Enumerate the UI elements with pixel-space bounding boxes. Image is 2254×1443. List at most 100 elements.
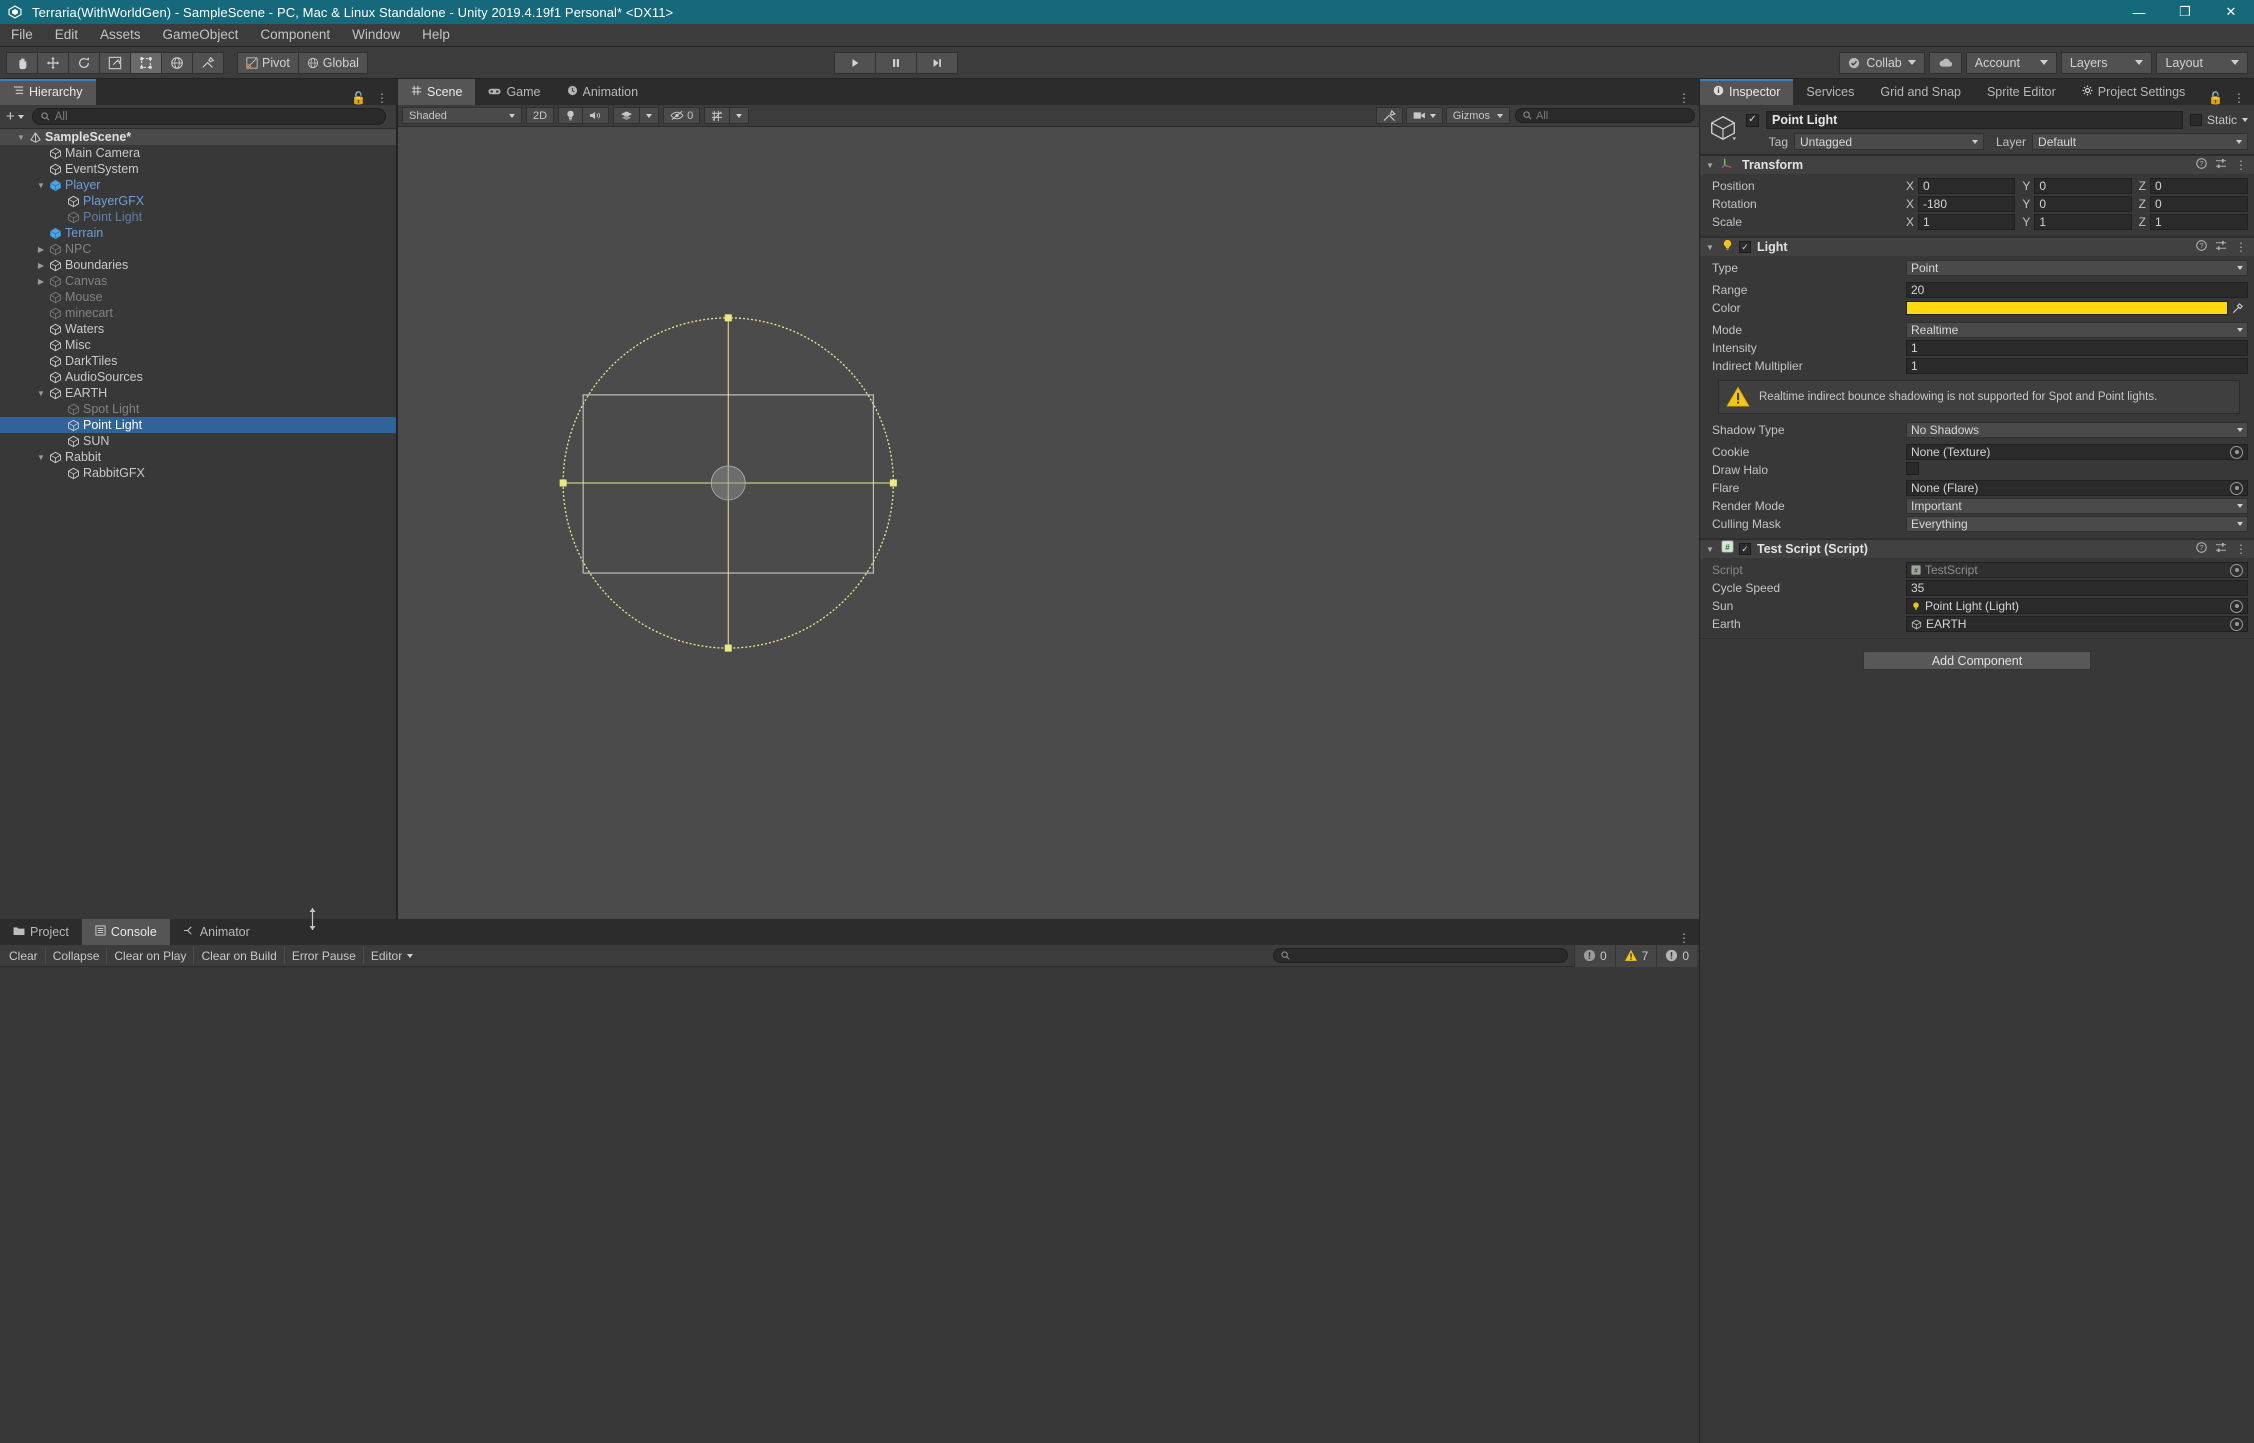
- hierarchy-item-point-light[interactable]: Point Light: [0, 417, 396, 433]
- tab-animation[interactable]: Animation: [554, 79, 652, 105]
- tab-hierarchy[interactable]: Hierarchy: [0, 79, 96, 105]
- add-component-button[interactable]: Add Component: [1863, 651, 2091, 670]
- sun-object-field[interactable]: Point Light (Light): [1906, 598, 2248, 614]
- menu-item-file[interactable]: File: [0, 24, 44, 47]
- pause-button[interactable]: [875, 51, 918, 74]
- hierarchy-item-minecart[interactable]: minecart: [0, 305, 396, 321]
- toggle-2d-button[interactable]: 2D: [526, 107, 555, 124]
- account-button[interactable]: Account: [1965, 51, 2057, 74]
- hierarchy-item-sun[interactable]: SUN: [0, 433, 396, 449]
- menu-item-component[interactable]: Component: [249, 24, 341, 47]
- scene-fx-button[interactable]: [613, 107, 641, 124]
- console-clear-button[interactable]: Clear: [2, 947, 46, 964]
- move-tool-button[interactable]: [37, 51, 69, 74]
- hierarchy-search-input[interactable]: All: [31, 108, 386, 125]
- scale-tool-button[interactable]: [99, 51, 131, 74]
- collapse-triangle-icon[interactable]: ▶: [34, 261, 48, 270]
- tab-sprite-editor[interactable]: Sprite Editor: [1974, 79, 2069, 105]
- rotate-tool-button[interactable]: [68, 51, 100, 74]
- console-editor-dropdown[interactable]: Editor: [364, 947, 420, 964]
- preset-icon[interactable]: [2215, 240, 2227, 254]
- static-checkbox[interactable]: [2189, 114, 2202, 126]
- hierarchy-item-audiosources[interactable]: AudioSources: [0, 369, 396, 385]
- cycle-speed-input[interactable]: 35: [1906, 580, 2248, 596]
- hierarchy-item-canvas[interactable]: ▶ Canvas: [0, 273, 396, 289]
- menu-item-gameobject[interactable]: GameObject: [152, 24, 250, 47]
- tab-game[interactable]: Game: [475, 79, 553, 105]
- console-collapse-button[interactable]: Collapse: [46, 947, 108, 964]
- object-enabled-checkbox[interactable]: ✓: [1746, 113, 1759, 127]
- transform-rotation-x-input[interactable]: -180: [1918, 196, 2016, 212]
- hierarchy-item-playergfx[interactable]: PlayerGFX: [0, 193, 396, 209]
- scene-audio-button[interactable]: [582, 107, 610, 124]
- transform-rotation-y-input[interactable]: 0: [2034, 196, 2132, 212]
- kebab-menu-icon[interactable]: ⋮: [376, 91, 389, 105]
- light-type-dropdown[interactable]: Point: [1906, 260, 2248, 276]
- transform-scale-z-input[interactable]: 1: [2150, 214, 2248, 230]
- collapse-triangle-icon[interactable]: ▼: [1706, 243, 1716, 252]
- hierarchy-item-waters[interactable]: Waters: [0, 321, 396, 337]
- tab-console[interactable]: Console: [81, 919, 170, 945]
- tag-dropdown[interactable]: Untagged: [1794, 133, 1984, 150]
- expand-triangle-icon[interactable]: ▼: [14, 133, 28, 142]
- step-button[interactable]: [916, 51, 959, 74]
- global-button[interactable]: Global: [297, 51, 368, 74]
- tab-grid-and-snap[interactable]: Grid and Snap: [1867, 79, 1974, 105]
- kebab-menu-icon[interactable]: ⋮: [2235, 158, 2248, 172]
- draw-halo-checkbox[interactable]: [1906, 462, 1919, 475]
- tab-project[interactable]: Project: [0, 919, 82, 945]
- tab-project-settings[interactable]: Project Settings: [2069, 79, 2199, 105]
- hierarchy-item-darktiles[interactable]: DarkTiles: [0, 353, 396, 369]
- minimize-button[interactable]: —: [2116, 0, 2162, 24]
- object-picker-icon[interactable]: [2230, 599, 2243, 613]
- menu-item-help[interactable]: Help: [411, 24, 461, 47]
- static-toggle[interactable]: Static: [2189, 113, 2248, 127]
- help-icon[interactable]: ?: [2196, 158, 2207, 172]
- cloud-button[interactable]: [1928, 51, 1962, 74]
- layer-dropdown[interactable]: Default: [2032, 133, 2248, 150]
- console-log-count[interactable]: 0: [1573, 944, 1615, 967]
- transform-scale-y-input[interactable]: 1: [2034, 214, 2132, 230]
- transform-position-x-input[interactable]: 0: [1918, 178, 2016, 194]
- test-script-header[interactable]: ▼ # ✓ Test Script (Script) ? ⋮: [1700, 539, 2254, 558]
- hierarchy-item-spot-light[interactable]: Spot Light: [0, 401, 396, 417]
- hierarchy-item-point-light[interactable]: Point Light: [0, 209, 396, 225]
- hierarchy-item-samplescene-[interactable]: ▼ SampleScene*: [0, 129, 396, 145]
- gizmos-search-input[interactable]: All: [1515, 108, 1695, 123]
- close-button[interactable]: ✕: [2208, 0, 2254, 24]
- console-log-area[interactable]: [0, 967, 1699, 1443]
- transform-tool-button[interactable]: [161, 51, 193, 74]
- light-component-header[interactable]: ▼ ✓ Light ? ⋮: [1700, 237, 2254, 256]
- tab-animator[interactable]: Animator: [170, 919, 263, 945]
- hierarchy-item-earth[interactable]: ▼ EARTH: [0, 385, 396, 401]
- rect-tool-button[interactable]: [130, 51, 162, 74]
- transform-position-y-input[interactable]: 0: [2034, 178, 2132, 194]
- flare-object-field[interactable]: None (Flare): [1906, 480, 2248, 496]
- hierarchy-item-player[interactable]: ▼ Player: [0, 177, 396, 193]
- hierarchy-item-terrain[interactable]: Terrain: [0, 225, 396, 241]
- hierarchy-list[interactable]: ▼ SampleScene* Main Camera EventSystem ▼ Play…: [0, 129, 396, 919]
- earth-object-field[interactable]: EARTH: [1906, 616, 2248, 632]
- scene-fx-dropdown[interactable]: [639, 107, 660, 124]
- console-error-count[interactable]: 0: [1656, 944, 1697, 967]
- scene-lighting-button[interactable]: [558, 107, 584, 124]
- collapse-triangle-icon[interactable]: ▼: [1706, 161, 1716, 170]
- panel-resize-handle[interactable]: [305, 908, 319, 930]
- light-indirect-input[interactable]: 1: [1906, 358, 2248, 374]
- console-clear-on-play-button[interactable]: Clear on Play: [107, 947, 195, 964]
- scene-grid-dropdown[interactable]: [729, 107, 750, 124]
- eyedropper-icon[interactable]: [2228, 302, 2248, 314]
- hierarchy-item-rabbit[interactable]: ▼ Rabbit: [0, 449, 396, 465]
- pivot-button[interactable]: Pivot: [237, 51, 299, 74]
- expand-triangle-icon[interactable]: ▼: [34, 453, 48, 462]
- collapse-triangle-icon[interactable]: ▶: [34, 245, 48, 254]
- object-name-input[interactable]: Point Light: [1766, 111, 2183, 129]
- object-picker-icon[interactable]: [2230, 481, 2243, 495]
- scene-grid-button[interactable]: [704, 107, 731, 124]
- cookie-object-field[interactable]: None (Texture): [1906, 444, 2248, 460]
- console-warning-count[interactable]: 7: [1614, 944, 1657, 967]
- console-search-input[interactable]: [1272, 948, 1568, 963]
- culling-mask-dropdown[interactable]: Everything: [1906, 516, 2248, 532]
- gizmos-button[interactable]: Gizmos: [1445, 107, 1510, 124]
- kebab-menu-icon[interactable]: ⋮: [2233, 91, 2246, 105]
